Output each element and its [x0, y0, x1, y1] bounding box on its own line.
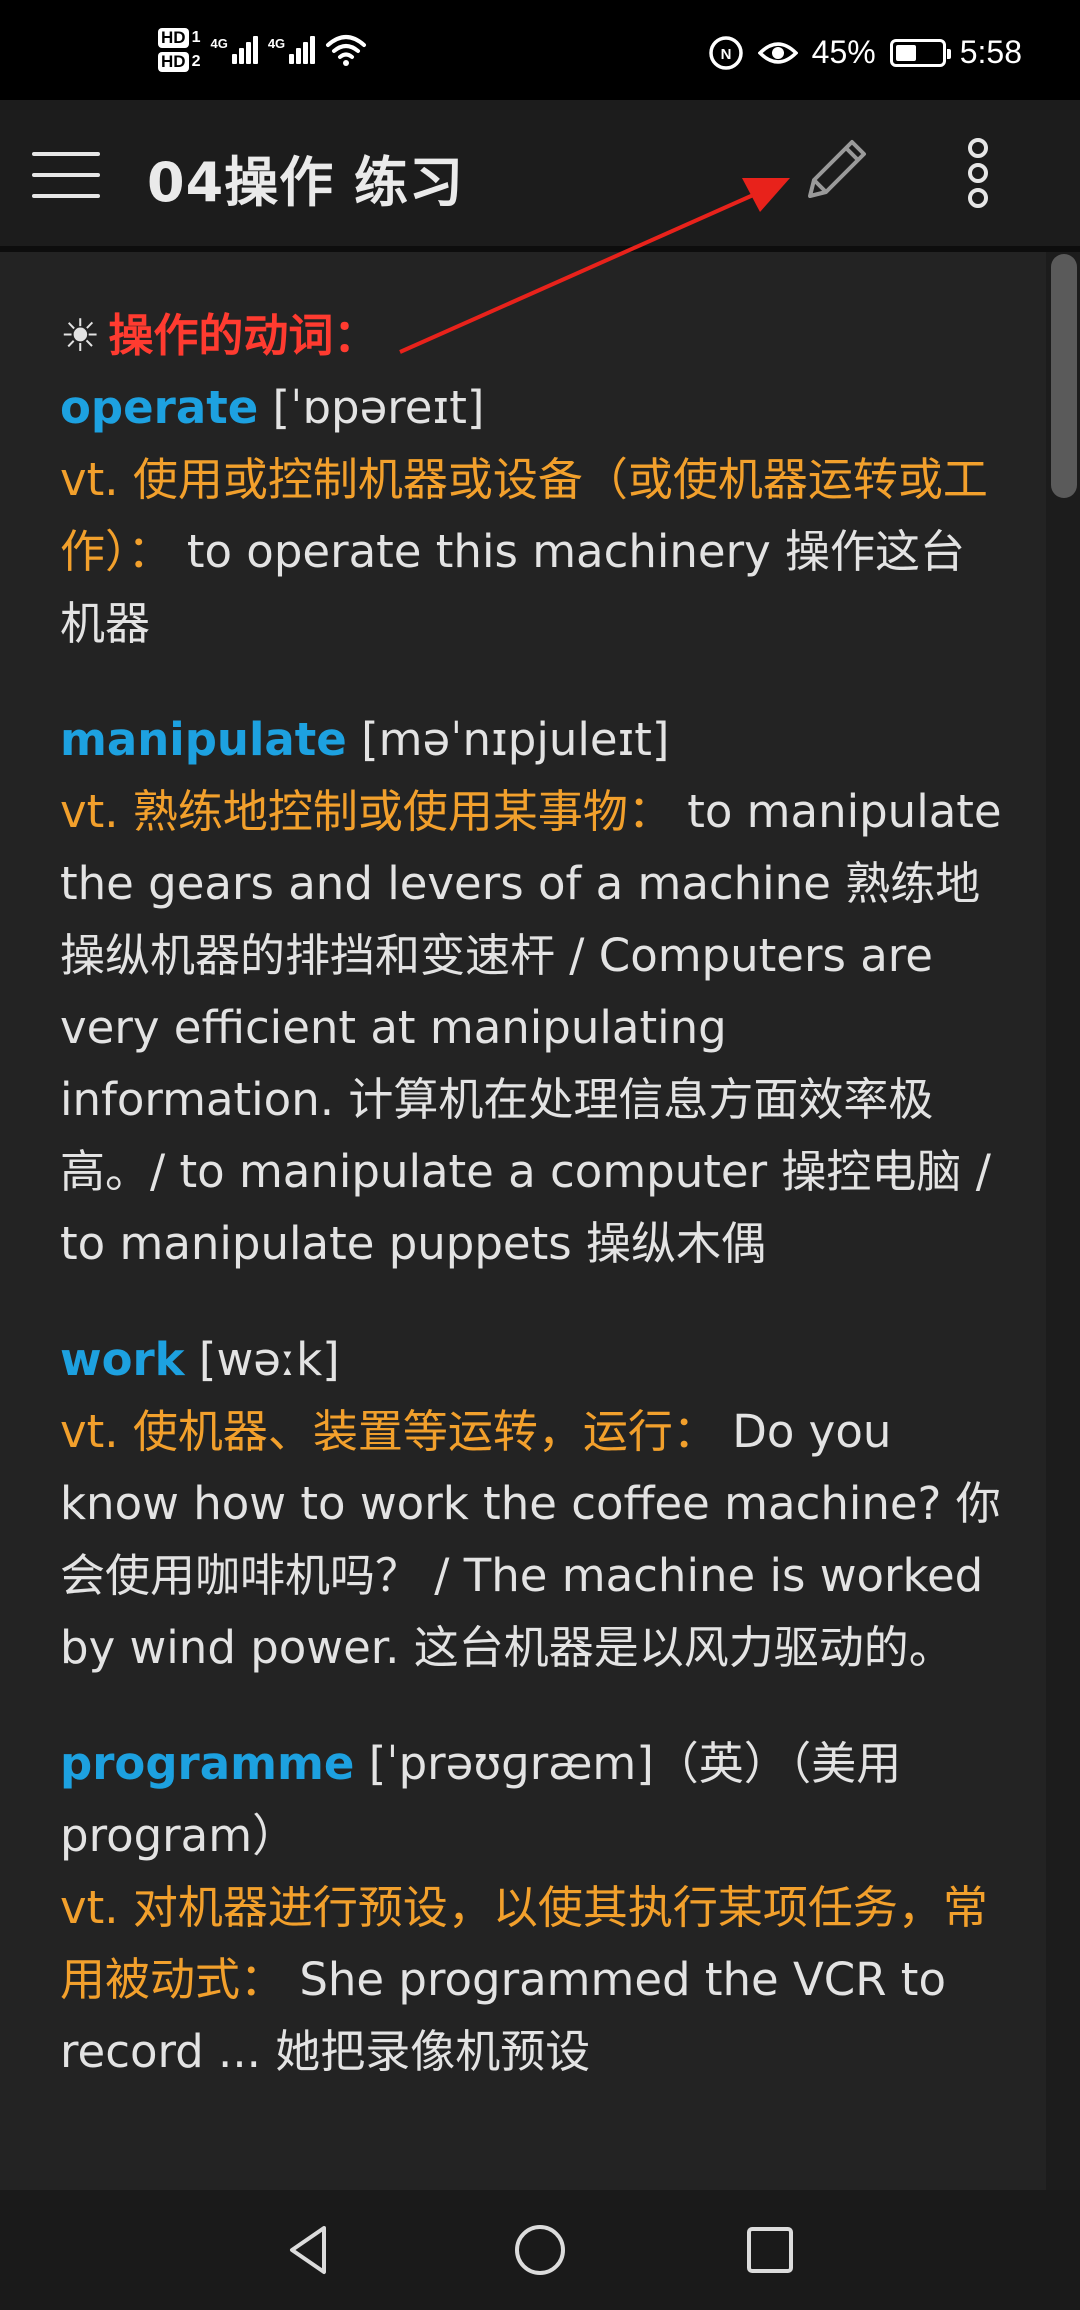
- hd1-badge: HD: [158, 28, 189, 48]
- entry-word: manipulate: [60, 713, 347, 766]
- more-vertical-icon[interactable]: [960, 138, 996, 208]
- dual-sim-indicator: HD 1 HD 2: [158, 28, 200, 72]
- note-content[interactable]: ☀ 操作的动词： operate [ˈɒpəreɪt] vt. 使用或控制机器或设…: [0, 252, 1046, 2190]
- entry-pronunciation: [ˈɒpəreɪt]: [258, 381, 485, 434]
- scrollbar-track: [1046, 252, 1080, 2190]
- entry-pronunciation: [wəːk]: [184, 1333, 340, 1386]
- clock: 5:58: [959, 34, 1022, 70]
- list-item: manipulate [məˈnɪpjuleɪt] vt. 熟练地控制或使用某事…: [60, 704, 1005, 1280]
- entry-pronunciation: [məˈnɪpjuleɪt]: [346, 713, 670, 766]
- battery-percent: 45%: [811, 34, 876, 70]
- status-left-icons: HD 1 HD 2 4G 4G: [158, 28, 367, 72]
- nfc-icon: N: [708, 35, 743, 70]
- entry-example: to operate this machinery 操作这台机器: [60, 525, 966, 650]
- pencil-icon[interactable]: [796, 130, 876, 210]
- status-right-icons: N 45% 5:58: [708, 34, 1022, 71]
- entry-word: work: [60, 1333, 185, 1386]
- entry-definition: vt. 熟练地控制或使用某事物：: [60, 785, 673, 838]
- entry-word: programme: [60, 1737, 355, 1790]
- hd2-badge: HD: [158, 52, 189, 72]
- section-heading: ☀ 操作的动词：: [60, 300, 1005, 372]
- hamburger-menu-icon[interactable]: [32, 150, 100, 200]
- scrollbar-thumb[interactable]: [1051, 254, 1077, 498]
- battery-icon: [889, 38, 951, 67]
- network-type-2: 4G: [267, 36, 286, 51]
- navigation-bar: [0, 2190, 1080, 2310]
- network-type-1: 4G: [210, 36, 228, 51]
- wifi-icon: [326, 35, 367, 66]
- heading-text: 操作的动词：: [108, 309, 379, 362]
- list-item: operate [ˈɒpəreɪt] vt. 使用或控制机器或设备（或使机器运转…: [60, 372, 1005, 660]
- note-body: ☀ 操作的动词： operate [ˈɒpəreɪt] vt. 使用或控制机器或设…: [60, 300, 1005, 2132]
- entry-example: to manipulate the gears and levers of a …: [60, 785, 1002, 1270]
- entry-definition: vt. 使机器、装置等运转，运行：: [60, 1405, 718, 1458]
- list-item: programme [ˈprəʊɡræm]（英）（美用 program） vt.…: [60, 1728, 1005, 2088]
- sim2-label: 2: [191, 53, 201, 70]
- home-circle-icon[interactable]: [510, 2220, 570, 2280]
- back-triangle-icon[interactable]: [280, 2220, 340, 2280]
- status-bar: HD 1 HD 2 4G 4G N 45% 5:58: [0, 0, 1080, 100]
- recents-square-icon[interactable]: [740, 2220, 800, 2280]
- signal-icon: 4G: [210, 36, 258, 64]
- signal-icon: 4G: [267, 36, 316, 64]
- app-bar: 04操作 练习: [0, 100, 1080, 252]
- page-title: 04操作 练习: [147, 151, 464, 214]
- svg-text:N: N: [720, 46, 731, 63]
- list-item: work [wəːk] vt. 使机器、装置等运转，运行： Do you kno…: [60, 1324, 1005, 1684]
- sun-icon: ☀: [60, 309, 101, 362]
- sim1-label: 1: [191, 29, 201, 46]
- entry-word: operate: [60, 381, 259, 434]
- eye-icon: [757, 41, 798, 64]
